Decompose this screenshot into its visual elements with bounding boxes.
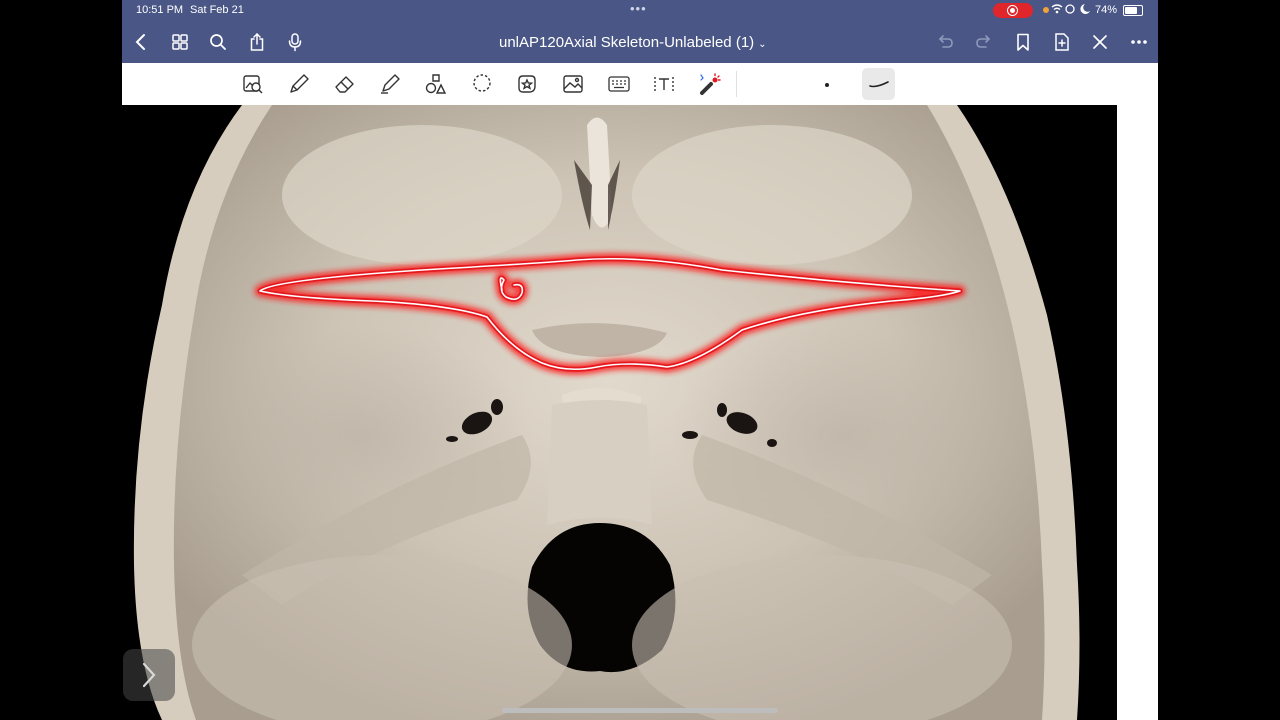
shapes-icon[interactable] bbox=[423, 71, 449, 97]
battery-icon bbox=[1123, 5, 1143, 16]
next-page-button[interactable] bbox=[123, 649, 175, 701]
image-icon[interactable] bbox=[560, 71, 586, 97]
home-indicator[interactable] bbox=[502, 708, 778, 713]
redo-icon[interactable] bbox=[972, 30, 996, 54]
back-icon[interactable] bbox=[129, 30, 153, 54]
status-date: Sat Feb 21 bbox=[190, 4, 244, 16]
document-title[interactable]: unlAP120Axial Skeleton-Unlabeled (1) ⌄ bbox=[499, 34, 767, 51]
document-title-text: unlAP120Axial Skeleton-Unlabeled (1) bbox=[499, 34, 755, 51]
page-margin bbox=[1117, 105, 1158, 720]
drawing-toolbar bbox=[122, 63, 1158, 106]
status-bar: 10:51 PM Sat Feb 21 ••• 74% bbox=[122, 0, 1158, 20]
navigation-bar: 10:51 PM Sat Feb 21 ••• 74% unlAP120Axia… bbox=[122, 0, 1158, 63]
zoom-select-icon[interactable] bbox=[240, 71, 266, 97]
more-icon[interactable] bbox=[1127, 30, 1151, 54]
screen-recording-icon[interactable] bbox=[993, 3, 1033, 18]
stroke-size-dot[interactable] bbox=[825, 83, 829, 87]
status-time: 10:51 PM bbox=[136, 4, 184, 16]
document-page[interactable] bbox=[122, 105, 1117, 720]
add-page-icon[interactable] bbox=[1050, 30, 1074, 54]
grid-icon[interactable] bbox=[168, 30, 192, 54]
wifi-icon bbox=[1051, 3, 1091, 18]
sticker-icon[interactable] bbox=[514, 71, 540, 97]
microphone-indicator-icon bbox=[1043, 7, 1049, 13]
stroke-style-selector[interactable] bbox=[862, 68, 895, 100]
multitask-dots-icon[interactable]: ••• bbox=[630, 1, 647, 16]
close-icon[interactable] bbox=[1088, 30, 1112, 54]
text-icon[interactable] bbox=[651, 71, 677, 97]
search-icon[interactable] bbox=[206, 30, 230, 54]
ipad-screen: 10:51 PM Sat Feb 21 ••• 74% unlAP120Axia… bbox=[122, 0, 1158, 720]
toolbar-divider bbox=[736, 71, 737, 97]
highlighter-icon[interactable] bbox=[377, 71, 403, 97]
battery-percentage: 74% bbox=[1095, 4, 1118, 16]
laser-pointer-icon[interactable] bbox=[697, 71, 723, 97]
chevron-right-icon bbox=[142, 662, 156, 688]
keyboard-icon[interactable] bbox=[606, 71, 632, 97]
share-icon[interactable] bbox=[245, 30, 269, 54]
eraser-icon[interactable] bbox=[332, 71, 358, 97]
bookmark-icon[interactable] bbox=[1011, 30, 1035, 54]
chevron-down-icon: ⌄ bbox=[758, 39, 767, 50]
undo-icon[interactable] bbox=[933, 30, 957, 54]
skull-base-image bbox=[133, 105, 1080, 720]
microphone-icon[interactable] bbox=[283, 30, 307, 54]
pen-icon[interactable] bbox=[286, 71, 312, 97]
lasso-icon[interactable] bbox=[469, 71, 495, 97]
